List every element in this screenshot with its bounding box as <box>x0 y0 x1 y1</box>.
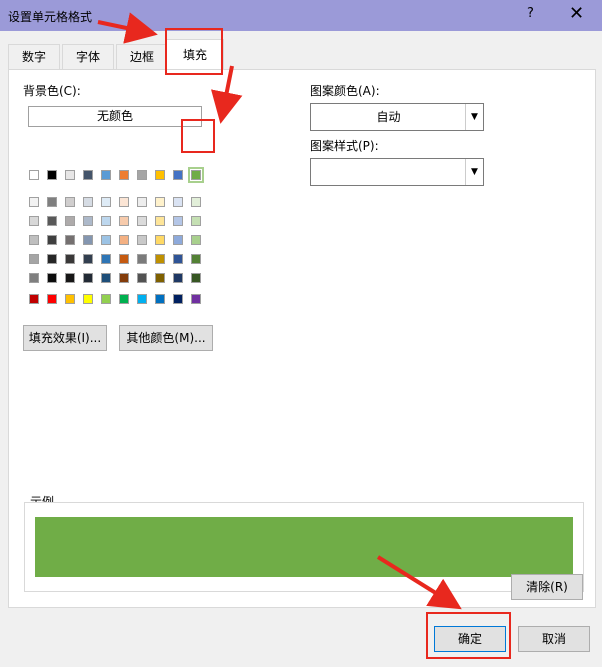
annotation-arrow-1 <box>97 12 158 44</box>
annotation-arrows <box>97 12 462 610</box>
annotation-arrow-3 <box>376 555 462 610</box>
annotation-arrow-2 <box>211 65 243 124</box>
